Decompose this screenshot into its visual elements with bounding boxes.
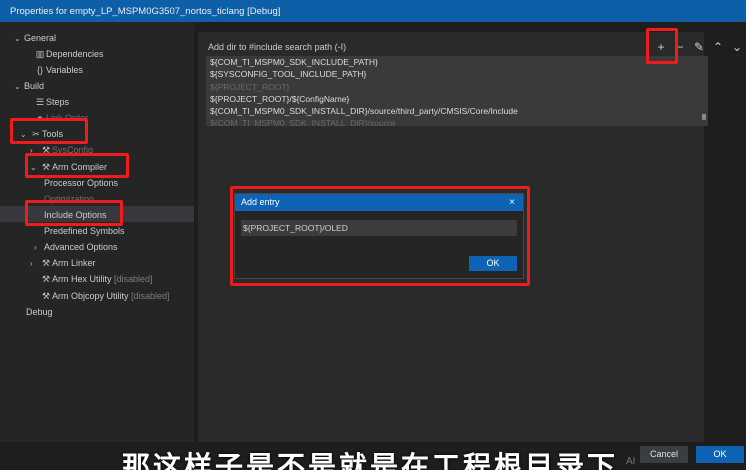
chevron-down-icon: ⌄ [14,34,21,43]
annotation-box-add [646,28,678,64]
chevron-right-icon: › [30,259,33,268]
dependencies-icon: ▥ [35,49,45,59]
chevron-down-icon: ⌄ [14,82,21,91]
move-down-icon[interactable]: ⌄ [732,41,742,53]
list-item[interactable]: ${SYSCONFIG_TOOL_INCLUDE_PATH} [206,68,708,80]
tree-item-variables[interactable]: {} Variables [34,62,83,78]
scrollbar-thumb[interactable] [702,114,706,120]
ok-button[interactable]: OK [696,446,744,463]
annotation-box-include-options [25,200,123,226]
tree-item-general[interactable]: ⌄ General [14,30,56,46]
tree-item-advanced-options[interactable]: › Advanced Options [34,239,118,255]
annotation-box-tools [10,118,88,144]
wrench-icon: ⚒ [41,258,51,268]
list-item[interactable]: ${COM_TI_MSPM0_SDK_INSTALL_DIR}/source/t… [206,105,708,117]
annotation-box-dialog [230,186,530,286]
tree-item-dependencies[interactable]: ▥ Dependencies [34,46,104,62]
tree-item-build[interactable]: ⌄ Build [14,78,44,94]
properties-tree: ⌄ General ▥ Dependencies {} Variables ⌄ Buil… [0,22,194,442]
include-path-label: Add dir to #include search path (-I) [208,42,347,52]
tree-item-debug[interactable]: Debug [26,304,53,320]
watermark: AI [626,456,636,467]
tree-item-steps[interactable]: ☰ Steps [34,94,69,110]
braces-icon: {} [36,65,43,75]
annotation-box-arm-compiler [25,153,129,178]
cancel-button[interactable]: Cancel [640,446,688,463]
tree-item-arm-linker[interactable]: › ⚒ Arm Linker [30,255,96,271]
video-subtitle: 那这样子是不是就是在工程根目录下 [122,450,619,470]
edit-icon[interactable]: ✎ [694,41,704,53]
list-item[interactable]: ${PROJECT_ROOT} [206,81,708,93]
move-up-icon[interactable]: ⌃ [713,41,723,53]
window-title: Properties for empty_LP_MSPM0G3507_norto… [0,0,746,22]
wrench-icon: ⚒ [41,274,51,284]
tree-item-arm-objcopy-utility[interactable]: ⚒ Arm Objcopy Utility [disabled] [40,288,170,304]
chevron-right-icon: › [34,243,37,252]
tree-item-arm-hex-utility[interactable]: ⚒ Arm Hex Utility [disabled] [40,271,153,287]
list-item[interactable]: ${COM_TI_MSPM0_SDK_INSTALL_DIR}/source [206,117,708,126]
list-item[interactable]: ${COM_TI_MSPM0_SDK_INCLUDE_PATH} [206,56,708,68]
list-icon: ☰ [35,97,45,107]
wrench-icon: ⚒ [41,291,51,301]
list-item[interactable]: ${PROJECT_ROOT}/${ConfigName} [206,93,708,105]
include-path-list[interactable]: ${COM_TI_MSPM0_SDK_INCLUDE_PATH} ${SYSCO… [206,56,708,126]
